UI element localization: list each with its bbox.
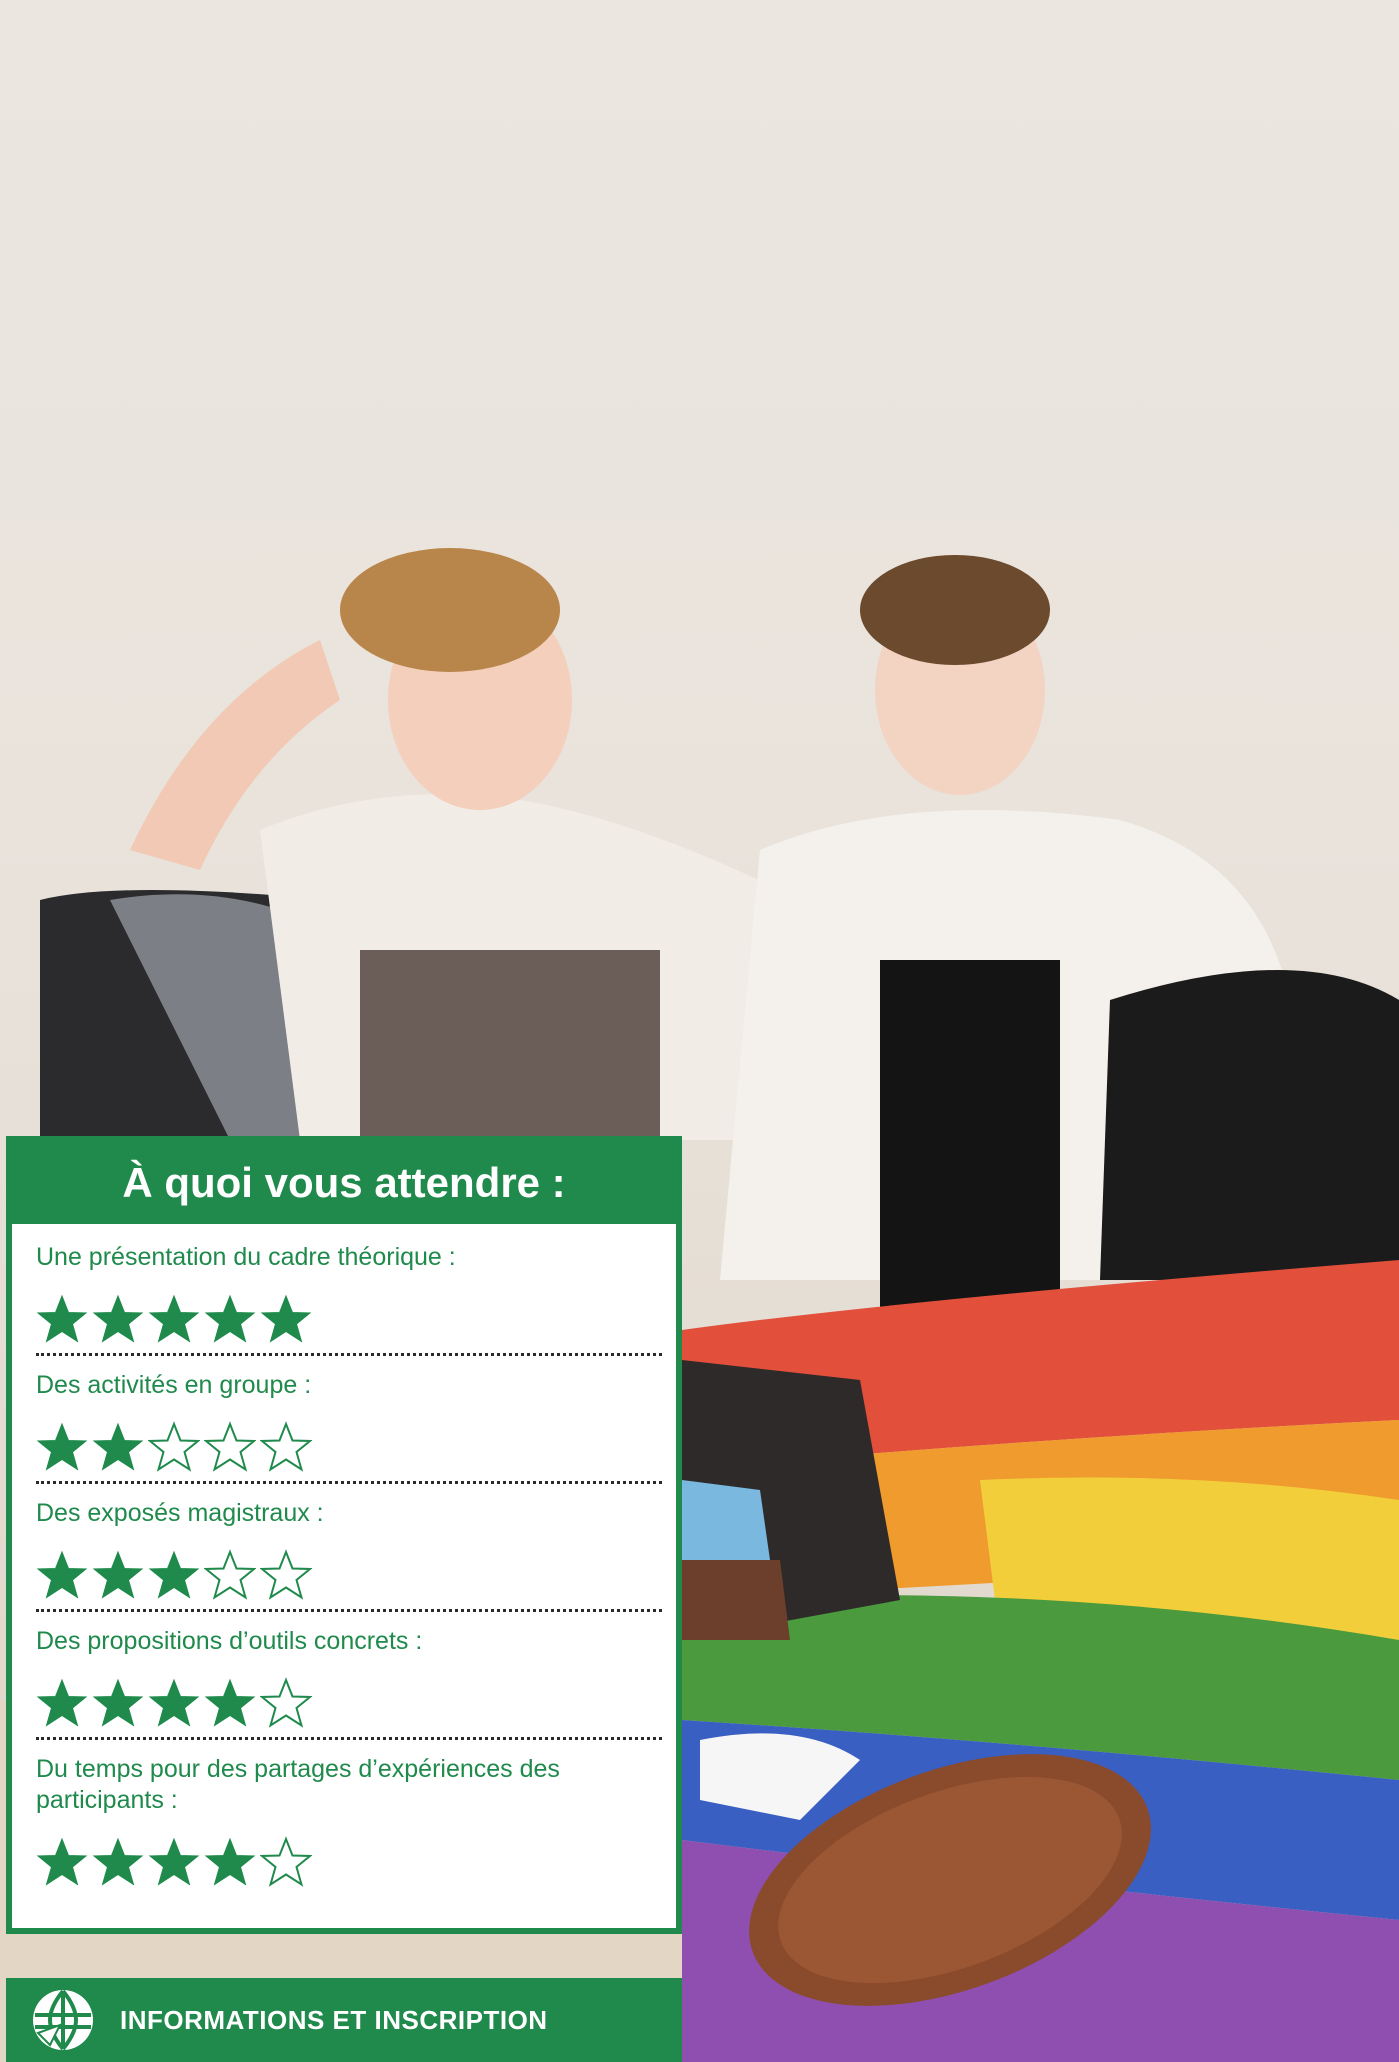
star-filled-icon [36, 1294, 88, 1343]
expectation-item: Des exposés magistraux : [36, 1498, 662, 1612]
expectation-label: Des activités en groupe : [36, 1371, 312, 1399]
dotted-divider [36, 1737, 662, 1740]
star-empty-icon [204, 1549, 256, 1600]
expectation-label: Du temps pour des partages d’expériences… [36, 1755, 560, 1814]
expectation-item: Une présentation du cadre théorique : [36, 1242, 662, 1356]
star-filled-icon [204, 1837, 256, 1886]
star-empty-icon [260, 1549, 312, 1600]
star-empty-icon [260, 1836, 312, 1887]
expectations-list: Une présentation du cadre théorique : Des… [36, 1242, 662, 1888]
star-rating [36, 1421, 662, 1473]
expectation-item: Des activités en groupe : [36, 1370, 662, 1484]
star-filled-icon [148, 1294, 200, 1343]
star-filled-icon [148, 1837, 200, 1886]
info-registration-button[interactable]: INFORMATIONS ET INSCRIPTION [6, 1978, 682, 2062]
expectation-label: Des exposés magistraux : [36, 1499, 324, 1527]
star-filled-icon [204, 1294, 256, 1343]
star-rating [36, 1677, 662, 1729]
star-filled-icon [92, 1294, 144, 1343]
star-rating [36, 1549, 662, 1601]
star-filled-icon [36, 1422, 88, 1471]
star-filled-icon [92, 1550, 144, 1599]
star-filled-icon [260, 1294, 312, 1343]
globe-icon [33, 1989, 93, 2051]
dotted-divider [36, 1609, 662, 1612]
expectation-label: Une présentation du cadre théorique : [36, 1243, 456, 1271]
star-filled-icon [92, 1837, 144, 1886]
star-empty-icon [260, 1421, 312, 1472]
panel-title: À quoi vous attendre : [12, 1142, 676, 1224]
star-empty-icon [204, 1421, 256, 1472]
star-filled-icon [36, 1550, 88, 1599]
star-filled-icon [36, 1678, 88, 1727]
star-rating [36, 1293, 662, 1345]
star-empty-icon [260, 1677, 312, 1728]
star-filled-icon [148, 1678, 200, 1727]
expectation-item: Du temps pour des partages d’expériences… [36, 1754, 662, 1888]
star-filled-icon [92, 1422, 144, 1471]
info-registration-label: INFORMATIONS ET INSCRIPTION [120, 2004, 548, 2035]
dotted-divider [36, 1481, 662, 1484]
star-empty-icon [148, 1421, 200, 1472]
star-filled-icon [36, 1837, 88, 1886]
expectation-item: Des propositions d’outils concrets : [36, 1626, 662, 1740]
star-rating [36, 1836, 662, 1888]
star-filled-icon [92, 1678, 144, 1727]
expectation-label: Des propositions d’outils concrets : [36, 1627, 423, 1655]
expectations-panel: À quoi vous attendre : Une présentation … [6, 1136, 682, 1934]
dotted-divider [36, 1353, 662, 1356]
star-filled-icon [204, 1678, 256, 1727]
star-filled-icon [148, 1550, 200, 1599]
